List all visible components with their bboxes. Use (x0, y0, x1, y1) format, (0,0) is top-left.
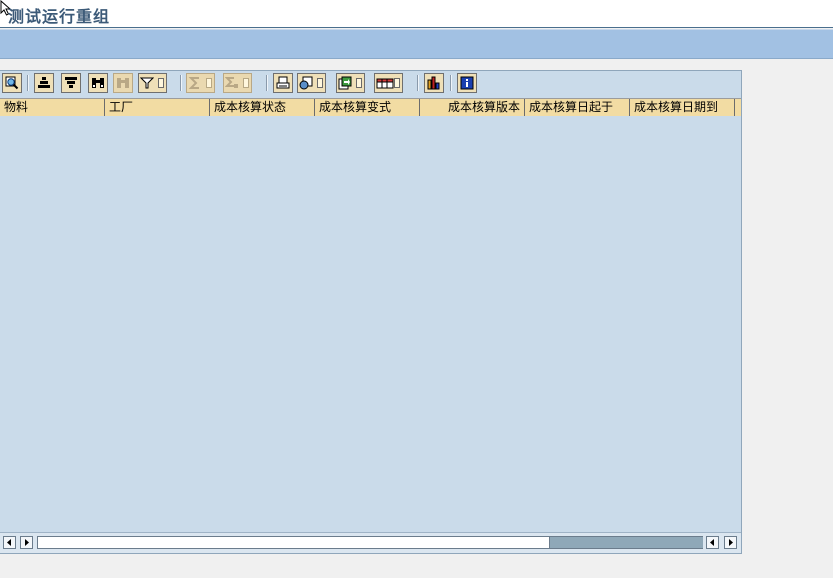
scrollbar-thumb[interactable] (549, 537, 703, 548)
views-icon (299, 76, 313, 90)
print-preview-button[interactable] (273, 73, 293, 93)
magnifier-details-icon (5, 76, 19, 90)
alv-toolbar (0, 71, 741, 97)
column-header-material[interactable]: 物料 (0, 99, 105, 116)
scroll-left-end-button[interactable] (706, 536, 719, 549)
column-header-costing-status[interactable]: 成本核算状态 (210, 99, 315, 116)
arrow-left-icon (7, 539, 11, 546)
find-next-button[interactable] (113, 73, 133, 93)
filter-icon (140, 77, 154, 89)
sort-ascending-button[interactable] (34, 73, 54, 93)
layout-button[interactable] (374, 73, 403, 93)
details-button[interactable] (2, 73, 22, 93)
application-toolbar (0, 29, 833, 59)
arrow-right-icon (729, 539, 733, 546)
column-header-costing-variant[interactable]: 成本核算变式 (315, 99, 420, 116)
sum-icon (188, 77, 199, 89)
column-header-costing-date-from[interactable]: 成本核算日起于 (525, 99, 630, 116)
page-title: 测试运行重组 (8, 7, 111, 26)
export-dropdown-icon (356, 78, 362, 88)
subtotal-dropdown-icon (243, 78, 249, 88)
export-icon (338, 76, 352, 90)
title-bar: 测试运行重组 (0, 0, 833, 28)
alv-grid: 物料 工厂 成本核算状态 成本核算变式 成本核算版本 成本核算日起于 成本核算日… (0, 70, 742, 554)
filter-button[interactable] (138, 73, 167, 93)
column-header-costing-version[interactable]: 成本核算版本 (420, 99, 525, 116)
column-header-plant[interactable]: 工厂 (105, 99, 210, 116)
export-button[interactable] (336, 73, 365, 93)
arrow-right-icon (25, 539, 29, 546)
binoculars-next-icon (117, 78, 129, 88)
bar-chart-icon (427, 76, 440, 90)
views-button[interactable] (297, 73, 326, 93)
graphic-button[interactable] (424, 73, 444, 93)
total-dropdown-icon (206, 78, 212, 88)
column-header-costing-date-to[interactable]: 成本核算日期到 (630, 99, 735, 116)
info-button[interactable] (457, 73, 477, 93)
views-dropdown-icon (317, 78, 323, 88)
sort-descending-icon (65, 77, 77, 88)
scroll-right-button[interactable] (724, 536, 737, 549)
scroll-left-button[interactable] (3, 536, 16, 549)
scroll-right-small-button[interactable] (20, 536, 33, 549)
print-preview-icon (276, 76, 290, 89)
horizontal-scrollbar[interactable] (0, 532, 741, 553)
filter-dropdown-icon (158, 78, 164, 88)
info-icon (460, 76, 474, 90)
subtotal-icon (225, 77, 238, 88)
layout-grid-icon (376, 78, 394, 89)
arrow-left-icon (710, 539, 714, 546)
subtotal-button[interactable] (223, 73, 252, 93)
find-button[interactable] (88, 73, 108, 93)
sort-descending-button[interactable] (61, 73, 81, 93)
binoculars-icon (92, 78, 104, 88)
grid-body (0, 116, 741, 531)
scrollbar-track[interactable] (37, 536, 703, 549)
grid-header-row: 物料 工厂 成本核算状态 成本核算变式 成本核算版本 成本核算日起于 成本核算日… (0, 98, 741, 117)
layout-dropdown-icon (394, 78, 400, 88)
sort-ascending-icon (38, 77, 50, 88)
total-button[interactable] (186, 73, 215, 93)
